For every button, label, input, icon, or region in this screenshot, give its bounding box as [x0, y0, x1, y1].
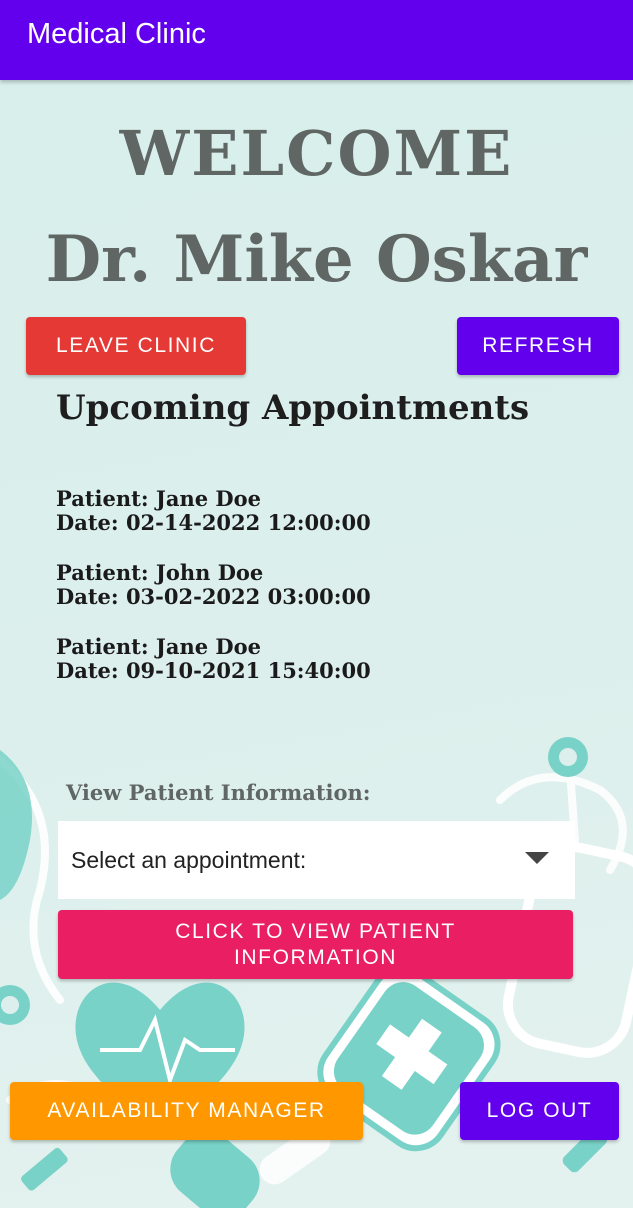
availability-manager-button[interactable]: AVAILABILITY MANAGER [10, 1082, 363, 1140]
refresh-button[interactable]: REFRESH [457, 317, 619, 375]
appointment-item: Patient: Jane Doe Date: 09-10-2021 15:40… [56, 635, 371, 683]
appointment-date: Date: 09-10-2021 15:40:00 [56, 658, 371, 683]
appointment-date: Date: 02-14-2022 12:00:00 [56, 510, 371, 535]
app-title: Medical Clinic [27, 18, 206, 50]
dropdown-arrow-icon [525, 852, 549, 864]
appointment-item: Patient: John Doe Date: 03-02-2022 03:00… [56, 561, 371, 609]
welcome-heading: WELCOME [119, 117, 514, 190]
appointment-patient: Patient: Jane Doe [56, 634, 261, 659]
appointment-patient: Patient: Jane Doe [56, 486, 261, 511]
leave-clinic-button[interactable]: LEAVE CLINIC [26, 317, 246, 375]
appointment-patient: Patient: John Doe [56, 560, 264, 585]
appointment-select-value: Select an appointment: [71, 847, 307, 873]
app-bar: Medical Clinic [0, 0, 633, 80]
view-patient-info-button[interactable]: CLICK TO VIEW PATIENT INFORMATION [58, 910, 573, 979]
appointment-date: Date: 03-02-2022 03:00:00 [56, 584, 371, 609]
appointment-select[interactable]: Select an appointment: [58, 821, 575, 899]
appointment-item: Patient: Jane Doe Date: 02-14-2022 12:00… [56, 487, 371, 535]
doctor-name: Dr. Mike Oskar [45, 222, 588, 297]
view-patient-info-label: View Patient Information: [66, 780, 371, 805]
upcoming-appointments-title: Upcoming Appointments [56, 388, 530, 428]
log-out-button[interactable]: LOG OUT [460, 1082, 619, 1140]
